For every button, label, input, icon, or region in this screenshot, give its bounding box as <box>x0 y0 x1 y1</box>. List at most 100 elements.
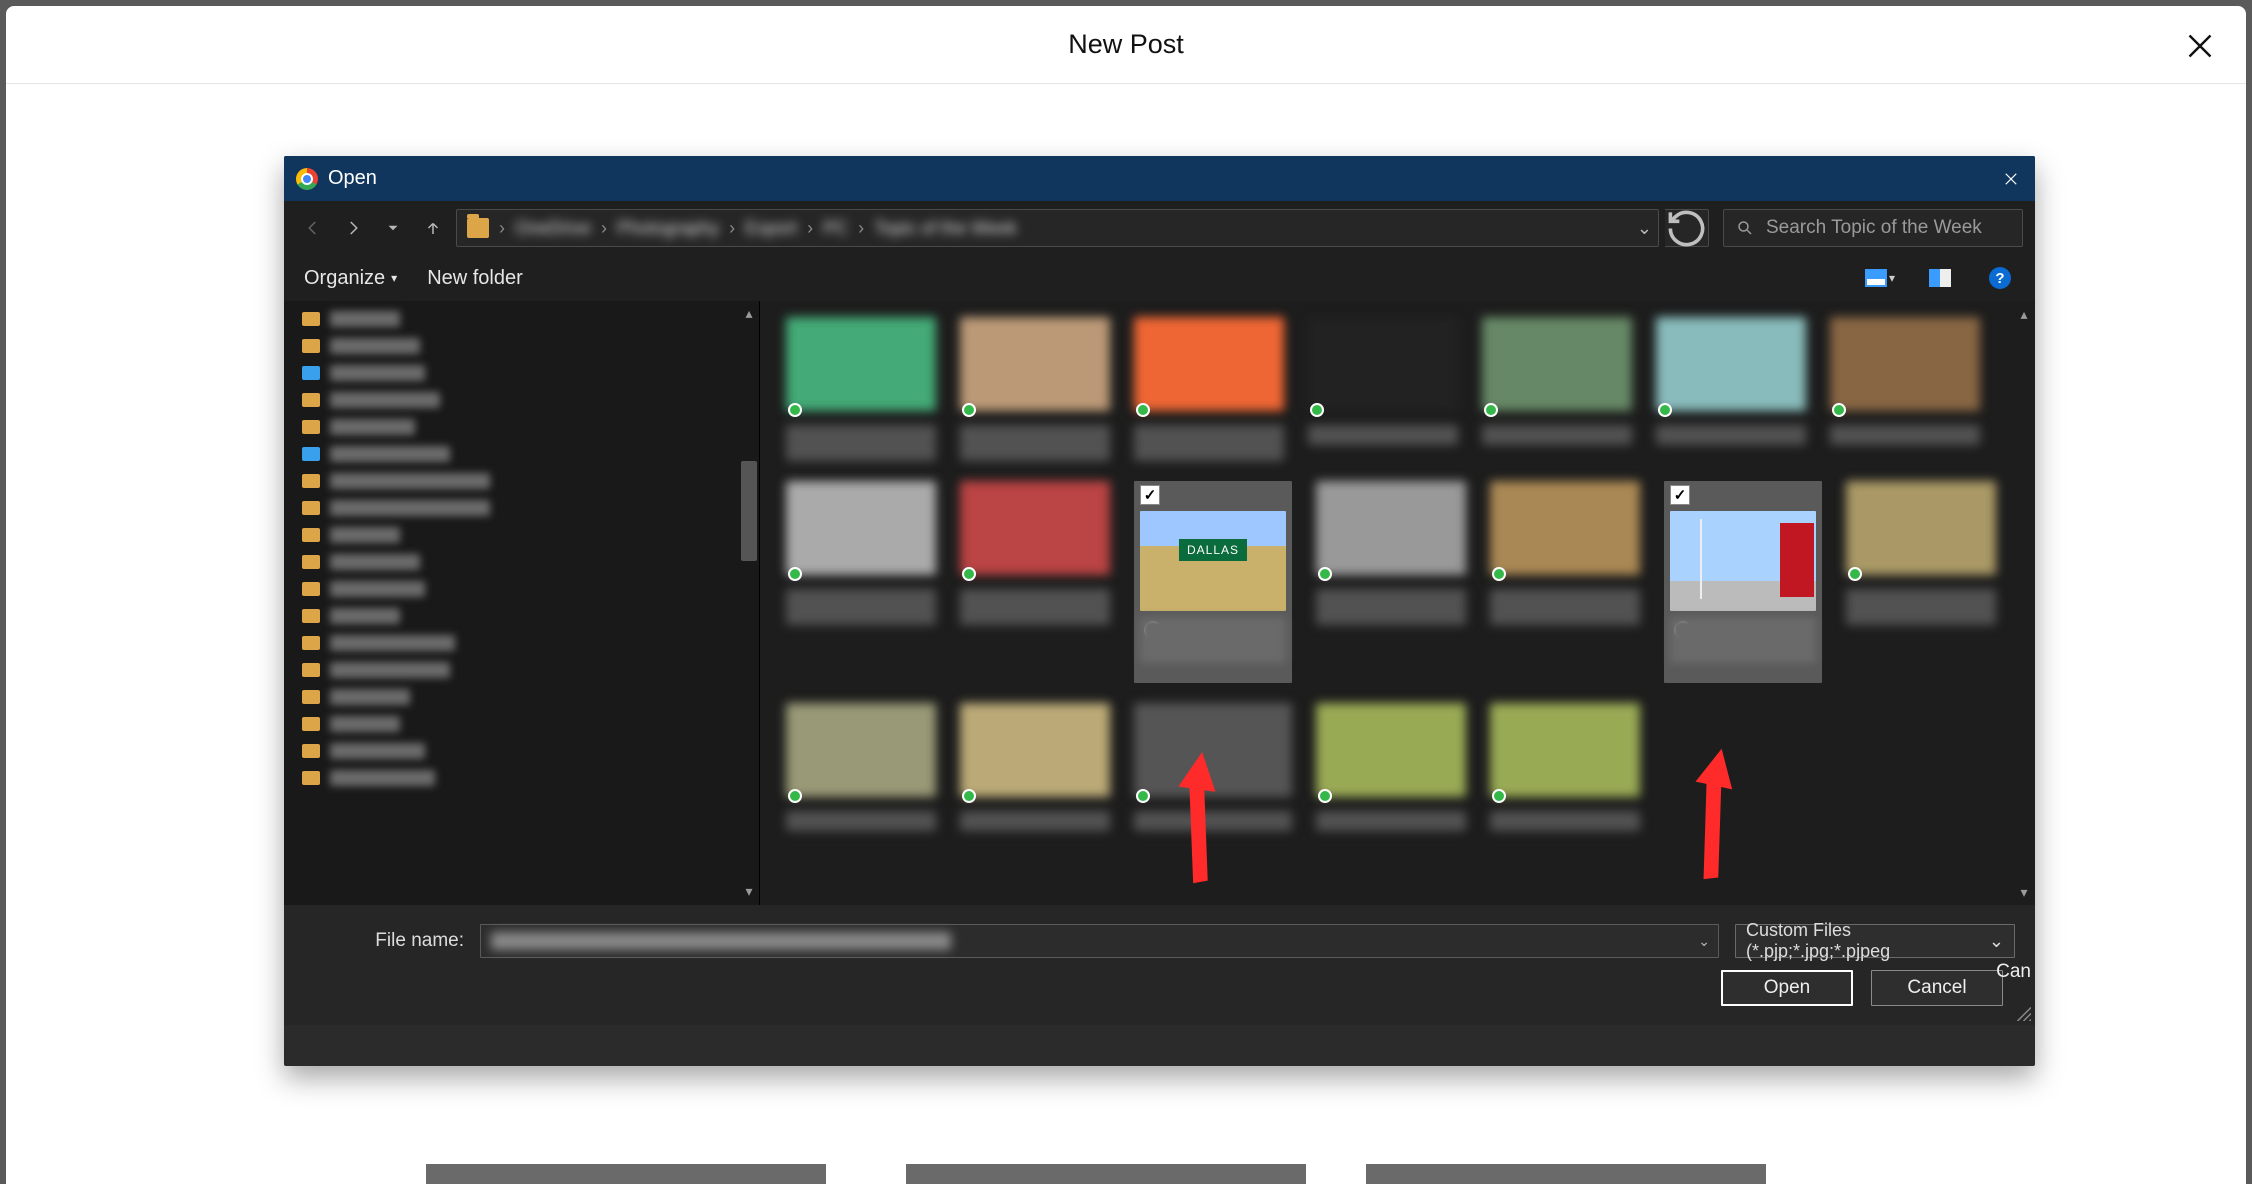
file-thumbnail[interactable] <box>786 703 936 831</box>
file-thumbnail[interactable] <box>1316 481 1466 683</box>
modal-header: New Post <box>6 6 2246 84</box>
file-thumbnail[interactable] <box>1134 703 1292 831</box>
file-thumbnail[interactable] <box>1490 481 1640 683</box>
breadcrumb-segment[interactable]: Topic of the Week <box>874 218 1017 239</box>
file-open-dialog: Open › OneDrive › Photography › Export ›… <box>284 156 2035 1066</box>
breadcrumb-segment[interactable]: PC <box>823 218 848 239</box>
file-name-input[interactable]: ⌄ <box>480 924 1719 958</box>
scroll-up-icon[interactable]: ▴ <box>741 305 757 321</box>
file-name-label: File name: <box>344 930 464 952</box>
folder-tree-item[interactable] <box>302 716 741 732</box>
breadcrumb-segment[interactable]: OneDrive <box>515 218 591 239</box>
dialog-navbar: › OneDrive › Photography › Export › PC ›… <box>284 201 2035 255</box>
file-thumbnail-selected[interactable]: ✓ ✓ <box>1664 481 1822 683</box>
file-thumbnail[interactable] <box>1316 703 1466 831</box>
folder-tree-item[interactable] <box>302 581 741 597</box>
file-thumbnail[interactable] <box>1134 317 1284 461</box>
dialog-toolbar: Organize ▾ New folder ▾ ? <box>284 255 2035 301</box>
file-thumbnail[interactable] <box>960 317 1110 461</box>
resize-grip-icon[interactable] <box>2013 1003 2031 1021</box>
chevron-down-icon: ⌄ <box>1989 931 2004 952</box>
sync-status-icon <box>788 403 802 417</box>
folder-tree-item[interactable] <box>302 338 741 354</box>
folder-tree-item[interactable] <box>302 770 741 786</box>
nav-up-button[interactable] <box>416 211 450 245</box>
folder-tree-item[interactable] <box>302 554 741 570</box>
thumbnail-image <box>1670 511 1816 611</box>
dialog-close-button[interactable] <box>1987 156 2035 201</box>
folder-tree-item[interactable] <box>302 743 741 759</box>
file-thumbnail[interactable] <box>1846 481 1996 683</box>
breadcrumb-segment[interactable]: Export <box>745 218 797 239</box>
checkbox-checked-icon[interactable]: ✓ <box>1670 485 1690 505</box>
dialog-titlebar: Open <box>284 156 2035 201</box>
nav-recent-dropdown[interactable] <box>376 211 410 245</box>
chevron-down-icon: ▾ <box>391 271 397 285</box>
file-thumbnail[interactable] <box>1308 317 1458 461</box>
folder-tree-item[interactable] <box>302 635 741 651</box>
folder-tree-item[interactable] <box>302 311 741 327</box>
folder-tree-item[interactable] <box>302 662 741 678</box>
sync-status-icon <box>1492 567 1506 581</box>
folder-tree-item[interactable] <box>302 527 741 543</box>
thumbnail-grid[interactable]: ▴ ▾ ✓ ✓ <box>760 301 2035 905</box>
address-breadcrumb[interactable]: › OneDrive › Photography › Export › PC ›… <box>456 209 1659 247</box>
cancel-button[interactable]: Cancel <box>1871 970 2003 1006</box>
help-button[interactable]: ? <box>1985 263 2015 293</box>
scroll-down-icon[interactable]: ▾ <box>741 883 757 899</box>
file-thumbnail[interactable] <box>960 703 1110 831</box>
sync-status-icon <box>1318 789 1332 803</box>
file-thumbnail[interactable] <box>960 481 1110 683</box>
breadcrumb-segment[interactable]: Photography <box>617 218 719 239</box>
file-thumbnail[interactable] <box>1656 317 1806 461</box>
file-thumbnail-selected[interactable]: ✓ ✓ <box>1134 481 1292 683</box>
sync-status-icon <box>788 567 802 581</box>
chrome-icon <box>296 168 318 190</box>
refresh-button[interactable] <box>1665 209 1709 247</box>
file-type-select[interactable]: Custom Files (*.pjp;*.jpg;*.pjpeg ⌄ <box>1735 924 2015 958</box>
scroll-down-icon[interactable]: ▾ <box>2015 885 2033 899</box>
help-icon: ? <box>1989 267 2011 289</box>
sync-status-icon <box>788 789 802 803</box>
folder-tree-sidebar[interactable]: ▴ <box>284 301 760 905</box>
dialog-footer: File name: ⌄ Custom Files (*.pjp;*.jpg;*… <box>284 905 2035 1025</box>
folder-tree-item[interactable] <box>302 608 741 624</box>
folder-tree-item[interactable] <box>302 473 741 489</box>
organize-menu[interactable]: Organize ▾ <box>304 267 397 290</box>
nav-forward-button[interactable] <box>336 211 370 245</box>
nav-back-button[interactable] <box>296 211 330 245</box>
background-thumbnail <box>1366 1164 1766 1184</box>
file-thumbnail[interactable] <box>1490 703 1640 831</box>
thumbnail-image <box>1140 511 1286 611</box>
file-thumbnail[interactable] <box>786 481 936 683</box>
file-thumbnail[interactable] <box>1830 317 1980 461</box>
file-thumbnail[interactable] <box>1482 317 1632 461</box>
sync-status-icon <box>962 403 976 417</box>
folder-tree-item[interactable] <box>302 689 741 705</box>
chevron-right-icon: › <box>499 218 505 239</box>
sync-status-icon <box>1484 403 1498 417</box>
thumbnail-caption <box>1670 617 1816 663</box>
folder-tree-item[interactable] <box>302 500 741 516</box>
sidebar-scrollbar-thumb[interactable] <box>741 461 757 561</box>
sync-status-icon <box>1848 567 1862 581</box>
chevron-down-icon[interactable]: ⌄ <box>1637 218 1652 239</box>
open-button[interactable]: Open <box>1721 970 1853 1006</box>
file-name-value <box>491 932 951 950</box>
checkbox-checked-icon[interactable]: ✓ <box>1140 485 1160 505</box>
close-icon[interactable] <box>2182 28 2218 64</box>
folder-tree-item[interactable] <box>302 392 741 408</box>
sync-status-icon <box>1136 403 1150 417</box>
sync-status-icon <box>1318 567 1332 581</box>
scroll-up-icon[interactable]: ▴ <box>2015 307 2033 321</box>
folder-tree-item[interactable] <box>302 419 741 435</box>
dialog-title: Open <box>328 167 377 190</box>
folder-tree-item[interactable] <box>302 446 741 462</box>
file-thumbnail[interactable] <box>786 317 936 461</box>
new-folder-button[interactable]: New folder <box>427 267 523 290</box>
preview-pane-button[interactable] <box>1925 263 1955 293</box>
search-input[interactable]: Search Topic of the Week <box>1723 209 2023 247</box>
chevron-down-icon[interactable]: ⌄ <box>1698 933 1710 950</box>
folder-tree-item[interactable] <box>302 365 741 381</box>
view-mode-button[interactable]: ▾ <box>1865 263 1895 293</box>
